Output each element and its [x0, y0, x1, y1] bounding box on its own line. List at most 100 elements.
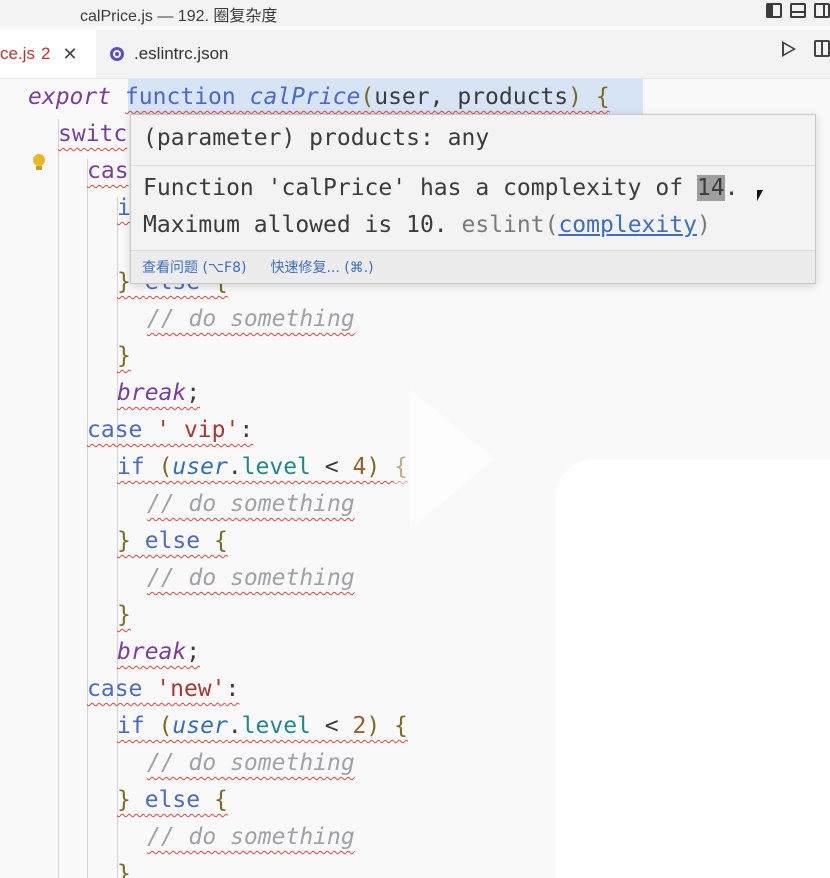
keyword: i: [117, 195, 131, 221]
toggle-primary-sidebar-icon[interactable]: [766, 3, 782, 18]
tab-problem-count: 2: [40, 44, 51, 63]
keyword: break: [117, 380, 187, 406]
string: 'new': [156, 676, 226, 702]
code-line: cas: [87, 153, 129, 190]
code-line: } else {: [117, 782, 228, 819]
variable: user: [172, 454, 228, 480]
paren: ): [366, 454, 381, 480]
code-line: i: [117, 190, 131, 227]
code-line: if (user.level < 4) {: [117, 449, 408, 486]
indent-guide: [87, 159, 88, 878]
param: user: [374, 84, 430, 110]
operator: <: [310, 454, 353, 480]
comment: // do something: [147, 306, 355, 332]
string: ' vip': [156, 417, 240, 443]
paren: (: [544, 212, 559, 238]
brace: }: [117, 528, 131, 554]
paren: (: [360, 84, 375, 110]
message-text: .: [724, 175, 739, 201]
hover-actions: 查看问题 (⌥F8) 快速修复... (⌘.): [131, 250, 815, 283]
comment: // do something: [147, 824, 355, 850]
editor-tab-bar: ce.js 2 ✕ .eslintrc.json: [0, 30, 830, 79]
code-line: // do something: [147, 486, 355, 523]
comma: ,: [429, 84, 458, 110]
keyword: if: [117, 454, 145, 480]
paren: (: [158, 713, 173, 739]
paren: ): [568, 84, 582, 110]
tab-label: .eslintrc.json: [134, 44, 229, 63]
code-line: // do something: [147, 301, 355, 338]
brace: {: [213, 787, 228, 813]
rule-link[interactable]: complexity: [558, 212, 696, 238]
code-line: switc: [58, 116, 127, 153]
brace: }: [117, 343, 131, 369]
brace: }: [117, 787, 131, 813]
brace: }: [117, 602, 131, 628]
brace: {: [394, 713, 408, 739]
message-text: Maximum allowed is 10.: [143, 212, 462, 238]
divider: [131, 165, 815, 166]
paren: ): [696, 212, 711, 238]
split-editor-icon[interactable]: [814, 40, 830, 57]
operator: <: [310, 713, 353, 739]
keyword: cas: [87, 158, 129, 184]
keyword: case: [87, 417, 143, 443]
parameter-signature: (parameter) products: any: [143, 125, 490, 151]
keyword: switc: [58, 121, 128, 147]
code-line: break;: [117, 634, 200, 671]
brace: {: [595, 84, 610, 110]
toggle-panel-icon[interactable]: [790, 3, 806, 18]
dot: .: [227, 454, 242, 480]
semicolon: ;: [186, 380, 201, 406]
indent-guide: [58, 119, 59, 878]
param: products: [457, 84, 569, 110]
json-file-icon: [110, 47, 124, 61]
code-line: // do something: [147, 745, 355, 782]
code-line: case 'new':: [87, 671, 239, 708]
view-problem-link[interactable]: 查看问题 (⌥F8): [142, 257, 246, 277]
complexity-value: 14: [696, 175, 725, 201]
title-bar: calPrice.js — 192. 圈复杂度: [0, 0, 830, 26]
number: 4: [352, 454, 367, 480]
toggle-secondary-sidebar-icon[interactable]: [814, 3, 830, 18]
brace: }: [117, 861, 131, 878]
comment: // do something: [147, 750, 355, 776]
keyword: case: [87, 676, 143, 702]
keyword: export: [28, 84, 112, 110]
paren: ): [366, 713, 381, 739]
lint-message-line2: Maximum allowed is 10. eslint(complexity…: [143, 212, 711, 238]
message-text: Function 'calPrice' has a complexity of: [143, 175, 697, 201]
keyword: if: [117, 713, 145, 739]
hover-tooltip: (parameter) products: any Function 'calP…: [130, 114, 816, 284]
close-tab-icon[interactable]: ✕: [62, 44, 77, 65]
brace: {: [394, 454, 408, 480]
property: level: [241, 713, 311, 739]
code-line: }: [117, 338, 131, 375]
keyword: else: [144, 528, 201, 554]
paren: (: [158, 454, 173, 480]
number: 2: [352, 713, 367, 739]
window-title: calPrice.js — 192. 圈复杂度: [80, 8, 278, 25]
comment: // do something: [147, 491, 355, 517]
colon: :: [239, 417, 254, 443]
run-icon[interactable]: [782, 40, 796, 57]
overlay-shape: [555, 459, 830, 878]
keyword: function: [124, 84, 236, 110]
code-line: }: [117, 856, 131, 878]
function-name: calPrice: [249, 84, 361, 110]
code-line: case ' vip':: [87, 412, 253, 449]
mouse-pointer-icon: [757, 190, 769, 201]
tab-calprice[interactable]: ce.js 2 ✕: [0, 30, 96, 78]
brace: {: [213, 528, 228, 554]
layout-controls: [766, 3, 830, 18]
lint-source: eslint: [461, 212, 545, 238]
quick-fix-link[interactable]: 快速修复... (⌘.): [270, 257, 373, 277]
code-line: break;: [117, 375, 200, 412]
keyword: break: [117, 639, 187, 665]
variable: user: [172, 713, 228, 739]
code-line: // do something: [147, 819, 355, 856]
tab-eslintrc[interactable]: .eslintrc.json: [110, 30, 228, 78]
lightbulb-icon[interactable]: [32, 154, 46, 172]
code-line: if (user.level < 2) {: [117, 708, 408, 745]
dot: .: [227, 713, 242, 739]
